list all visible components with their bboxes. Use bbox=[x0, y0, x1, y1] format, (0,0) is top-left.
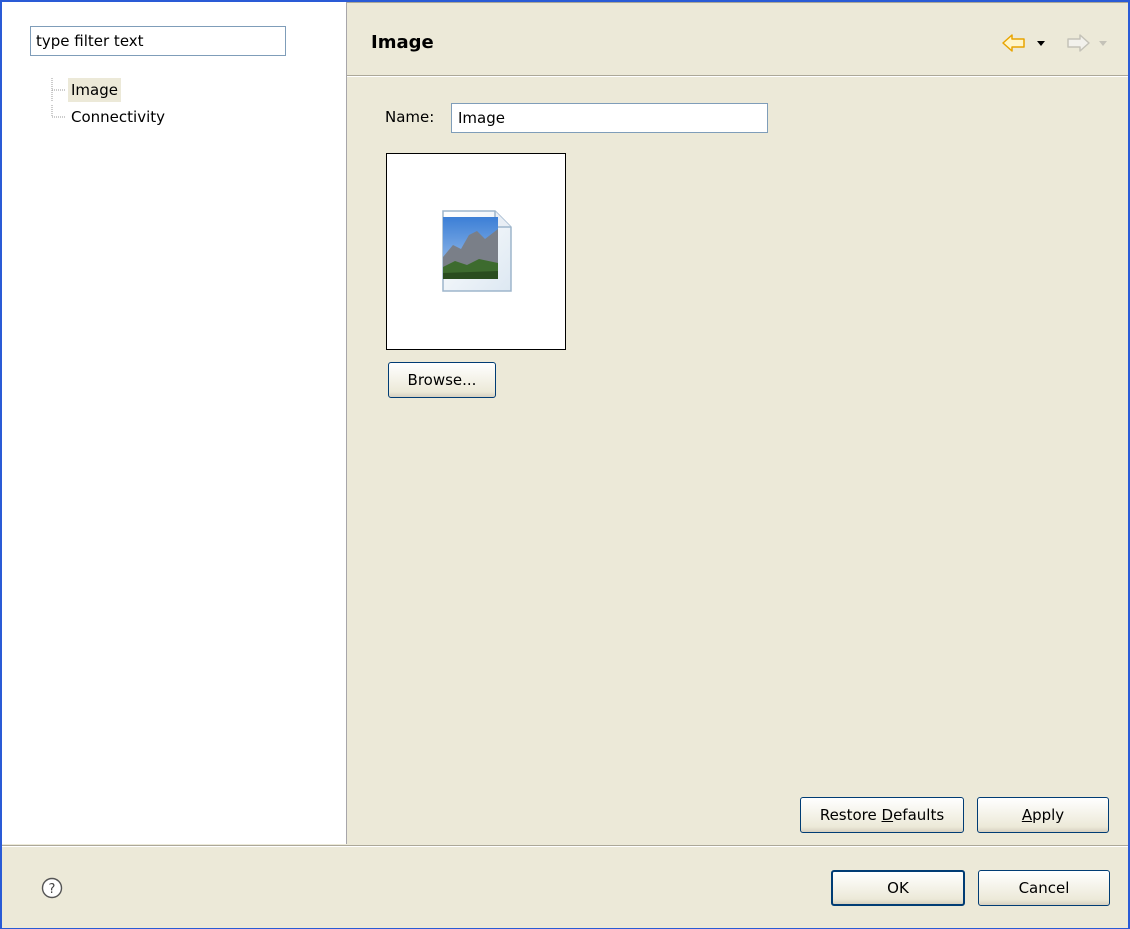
name-label: Name: bbox=[385, 108, 435, 126]
tree-item-label: Image bbox=[68, 78, 121, 102]
name-input[interactable] bbox=[451, 103, 768, 133]
back-dropdown-icon[interactable] bbox=[1035, 32, 1047, 54]
forward-arrow-icon[interactable] bbox=[1065, 32, 1091, 54]
tree-item-label: Connectivity bbox=[71, 108, 165, 126]
image-preview bbox=[386, 153, 566, 350]
header-divider-highlight bbox=[347, 76, 1128, 77]
dialog-button-bar: ? OK Cancel bbox=[2, 845, 1128, 928]
restore-defaults-prefix: Restore bbox=[819, 806, 882, 824]
filter-input[interactable] bbox=[30, 26, 286, 56]
browse-button[interactable]: Browse... bbox=[388, 362, 496, 398]
forward-dropdown-icon bbox=[1099, 41, 1107, 46]
apply-suffix: pply bbox=[1032, 806, 1065, 824]
image-file-icon bbox=[442, 210, 512, 292]
back-arrow-icon[interactable] bbox=[1001, 32, 1027, 54]
restore-defaults-mnemonic: D bbox=[881, 806, 894, 824]
apply-mnemonic: A bbox=[1021, 806, 1033, 824]
tree-pane: Image Connectivity bbox=[2, 2, 347, 844]
svg-text:?: ? bbox=[49, 882, 56, 897]
preferences-dialog: Image Connectivity Image bbox=[0, 0, 1130, 929]
tree-connector-icon bbox=[51, 78, 66, 102]
ok-button[interactable]: OK bbox=[831, 870, 965, 906]
page-title: Image bbox=[371, 32, 434, 53]
tree-connector-icon bbox=[51, 105, 66, 118]
restore-defaults-suffix: efaults bbox=[893, 806, 945, 824]
property-page: Image Name: Image Browse... Restore Defa… bbox=[347, 2, 1128, 844]
cancel-button[interactable]: Cancel bbox=[978, 870, 1110, 906]
restore-defaults-button[interactable]: Restore Defaults bbox=[800, 797, 964, 833]
page-header: Image bbox=[347, 2, 1128, 77]
help-icon[interactable]: ? bbox=[41, 877, 63, 899]
apply-button[interactable]: Apply bbox=[977, 797, 1109, 833]
